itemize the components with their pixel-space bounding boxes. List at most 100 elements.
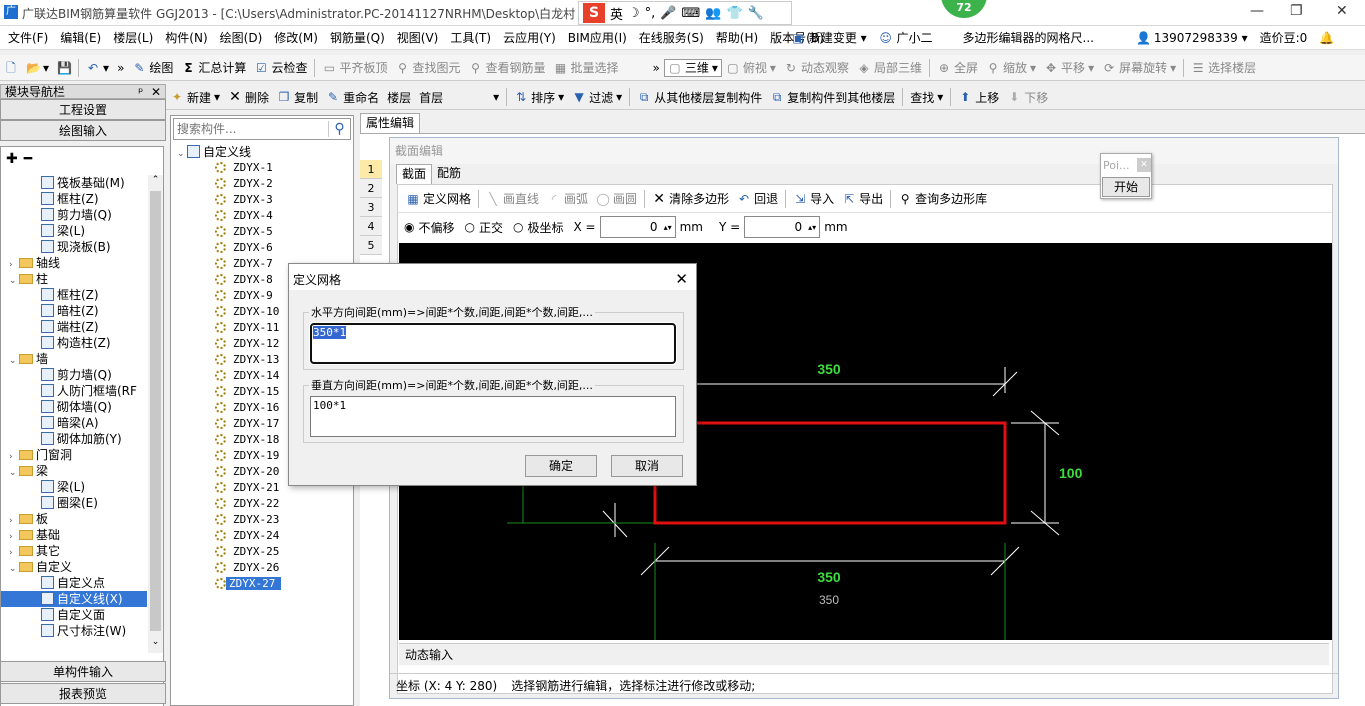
copy-to-button[interactable]: ⧉ 复制构件到其他楼层	[766, 86, 899, 108]
menu-item[interactable]: 文件(F)	[2, 26, 54, 50]
nav-item[interactable]: 自定义点	[1, 575, 147, 591]
find-button[interactable]: ⚲ 查找图元	[391, 57, 464, 79]
component-root[interactable]: ⌄ 自定义线	[171, 144, 353, 160]
new-change-menu[interactable]: ▣ 新建变更 ▾	[785, 26, 873, 50]
undo-icon[interactable]: ↶ ▾	[82, 57, 113, 79]
menu-item[interactable]: BIM应用(I)	[562, 26, 633, 50]
nav-item[interactable]: 尺寸标注(W)	[1, 623, 147, 639]
scroll-up-icon[interactable]: ⌃	[148, 175, 163, 185]
draw-arc-button[interactable]: ◜ 画弧	[543, 188, 592, 210]
nav-folder[interactable]: › 板	[1, 511, 147, 527]
component-item[interactable]: ZDYX-22	[215, 496, 353, 512]
nav-folder[interactable]: ⌄ 自定义	[1, 559, 147, 575]
popup-close-icon[interactable]: ✕	[1137, 158, 1151, 172]
y-stepper[interactable]: 0 ▴▾	[744, 216, 821, 238]
component-item[interactable]: ZDYX-27	[205, 576, 353, 592]
score-badge[interactable]: 72	[941, 0, 987, 18]
nav-item[interactable]: 砌体墙(Q)	[1, 399, 147, 415]
nav-item[interactable]: 框柱(Z)	[1, 191, 147, 207]
more2-icon[interactable]: »	[649, 57, 664, 79]
draw-input-button[interactable]: 绘图输入	[0, 120, 166, 141]
ime-lang[interactable]: 英	[610, 4, 623, 23]
clear-poly-button[interactable]: ✕ 清除多边形	[648, 188, 733, 210]
cloud-check-button[interactable]: ☑ 云检查	[250, 57, 311, 79]
floor-select[interactable]: 首层 ▾	[415, 86, 503, 108]
menu-item[interactable]: 钢筋量(Q)	[324, 26, 391, 50]
ime-toolbar[interactable]: S 英 ☽ °, 🎤 ⌨ 👥 👕 🔧	[578, 1, 792, 25]
x-stepper[interactable]: 0 ▴▾	[599, 216, 676, 238]
nav-folder[interactable]: › 其它	[1, 543, 147, 559]
nav-item[interactable]: 剪力墙(Q)	[1, 367, 147, 383]
collapse-all-icon[interactable]: ━	[24, 151, 32, 167]
minimize-icon[interactable]: —	[1250, 3, 1264, 19]
nav-item[interactable]: 剪力墙(Q)	[1, 207, 147, 223]
nav-item[interactable]: 梁(L)	[1, 223, 147, 239]
component-item[interactable]: ZDYX-4	[215, 208, 353, 224]
new-file-icon[interactable]: 🗋	[0, 57, 22, 79]
component-item[interactable]: ZDYX-23	[215, 512, 353, 528]
nav-folder[interactable]: ⌄ 墙	[1, 351, 147, 367]
copy-button[interactable]: ❐ 复制	[273, 86, 322, 108]
dynamic-input-bar[interactable]: 动态输入	[399, 643, 1329, 665]
component-item[interactable]: ZDYX-6	[215, 240, 353, 256]
menu-item[interactable]: 构件(N)	[159, 26, 213, 50]
tab-section[interactable]: 截面	[396, 164, 433, 184]
new-component-button[interactable]: ✦ 新建 ▾	[166, 86, 224, 108]
ime-shirt-icon[interactable]: 👕	[726, 6, 742, 21]
nav-item[interactable]: 构造柱(Z)	[1, 335, 147, 351]
more-icon[interactable]: »	[113, 57, 128, 79]
restore-icon[interactable]: ❐	[1290, 3, 1303, 19]
dim-label-top[interactable]: 350	[817, 361, 841, 377]
horizontal-spacing-input[interactable]: 350*1	[309, 322, 677, 365]
ime-mic-icon[interactable]: 🎤	[660, 6, 676, 21]
pan-button[interactable]: ✥ 平移 ▾	[1040, 57, 1098, 79]
row-number[interactable]: 2	[360, 179, 382, 198]
tab-rebar[interactable]: 配筋	[432, 164, 466, 184]
local3d-button[interactable]: ◈ 局部三维	[853, 57, 926, 79]
export-button[interactable]: ⇱ 导出	[838, 188, 887, 210]
define-grid-button[interactable]: ▦ 定义网格	[402, 188, 475, 210]
row-number[interactable]: 1	[360, 160, 382, 179]
nav-item[interactable]: 框柱(Z)	[1, 287, 147, 303]
ime-wrench-icon[interactable]: 🔧	[748, 6, 764, 21]
dynamic-button[interactable]: ↻ 动态观察	[780, 57, 853, 79]
bell-icon[interactable]: 🔔	[1313, 26, 1340, 50]
fullscreen-button[interactable]: ⊕ 全屏	[933, 57, 982, 79]
row-number[interactable]: 4	[360, 217, 382, 236]
open-file-icon[interactable]: 📂 ▾	[22, 57, 53, 79]
menu-item[interactable]: 帮助(H)	[710, 26, 764, 50]
menu-item[interactable]: 编辑(E)	[54, 26, 107, 50]
props-tab[interactable]: 属性编辑	[360, 113, 420, 133]
copy-from-button[interactable]: ⧉ 从其他楼层复制构件	[633, 86, 766, 108]
assistant-menu[interactable]: ☺ 广小二	[873, 26, 939, 50]
nav-folder[interactable]: ⌄ 柱	[1, 271, 147, 287]
component-item[interactable]: ZDYX-26	[215, 560, 353, 576]
query-lib-button[interactable]: ⚲ 查询多边形库	[894, 188, 991, 210]
rotate-button[interactable]: ⟳ 屏幕旋转 ▾	[1098, 57, 1180, 79]
nav-item[interactable]: 梁(L)	[1, 479, 147, 495]
nav-folder[interactable]: ⌄ 梁	[1, 463, 147, 479]
zoom-button[interactable]: ⚲ 缩放 ▾	[982, 57, 1040, 79]
rollback-button[interactable]: ↶ 回退	[733, 188, 782, 210]
component-item[interactable]: ZDYX-24	[215, 528, 353, 544]
pin-icon[interactable]: ᵖ	[138, 85, 143, 99]
cancel-button[interactable]: 取消	[611, 455, 683, 477]
component-item[interactable]: ZDYX-25	[215, 544, 353, 560]
row-number[interactable]: 3	[360, 198, 382, 217]
nav-item[interactable]: 筏板基础(M)	[1, 175, 147, 191]
top-view-button[interactable]: ▢ 俯视 ▾	[722, 57, 780, 79]
nav-item[interactable]: 自定义面	[1, 607, 147, 623]
component-item[interactable]: ZDYX-1	[215, 160, 353, 176]
rename-button[interactable]: ✎ 重命名	[322, 86, 383, 108]
dim-label-right[interactable]: 100	[1059, 465, 1083, 481]
import-button[interactable]: ⇲ 导入	[789, 188, 838, 210]
component-item[interactable]: ZDYX-3	[215, 192, 353, 208]
menu-item[interactable]: 绘图(D)	[214, 26, 269, 50]
nav-item[interactable]: 圈梁(E)	[1, 495, 147, 511]
nav-item[interactable]: 暗梁(A)	[1, 415, 147, 431]
view-rebar-button[interactable]: ⚲ 查看钢筋量	[464, 57, 549, 79]
single-input-button[interactable]: 单构件输入	[0, 661, 166, 682]
menu-item[interactable]: 楼层(L)	[107, 26, 159, 50]
search-dropdown[interactable]: 查找 ▾	[906, 86, 947, 108]
draw-line-button[interactable]: ╲ 画直线	[482, 188, 543, 210]
